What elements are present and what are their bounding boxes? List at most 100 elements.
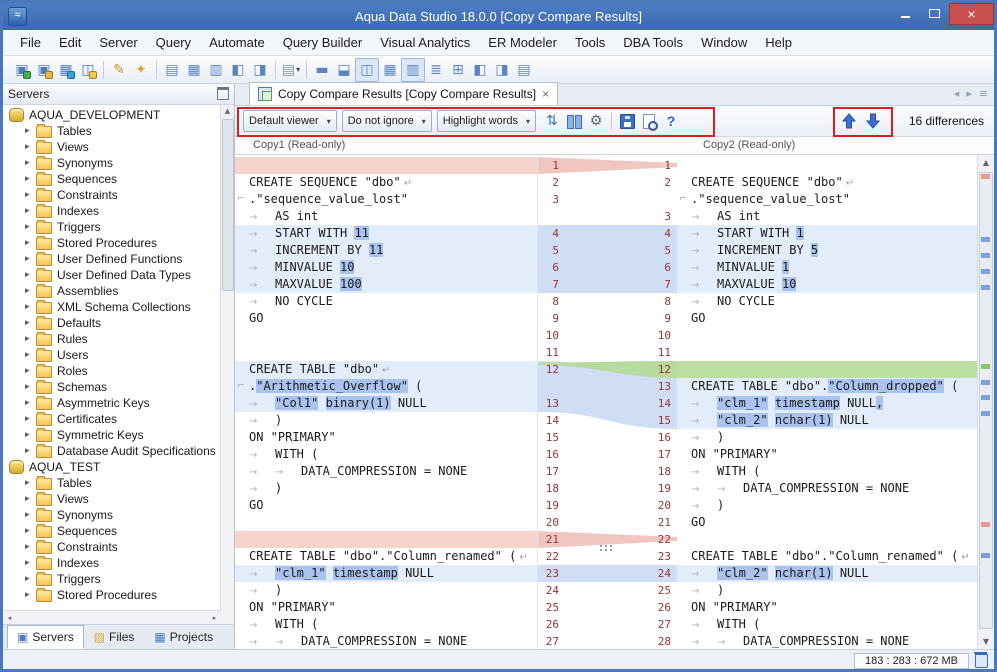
right-code-line[interactable] bbox=[677, 361, 978, 378]
left-code-line[interactable]: → START WITH 11 bbox=[235, 225, 537, 242]
tree-item-sequences[interactable]: ▸ Sequences bbox=[3, 523, 221, 539]
menu-er-modeler[interactable]: ER Modeler bbox=[479, 32, 566, 53]
left-code-line[interactable]: CREATE TABLE "dbo" ↵ bbox=[235, 361, 537, 378]
expand-arrow-icon[interactable]: ▸ bbox=[25, 270, 36, 280]
query-analyzer-icon[interactable]: ▤ bbox=[161, 59, 183, 81]
split-right-icon[interactable]: ◨ bbox=[491, 59, 513, 81]
expand-arrow-icon[interactable]: ▸ bbox=[25, 158, 36, 168]
window-cascade-icon[interactable]: ◨ bbox=[249, 59, 271, 81]
left-code-line[interactable]: → MINVALUE 10 bbox=[235, 259, 537, 276]
tree-item-defaults[interactable]: ▸ Defaults bbox=[3, 315, 221, 331]
right-code-line[interactable]: ⌐ ."sequence_value_lost" bbox=[677, 191, 978, 208]
left-code-line[interactable]: GO bbox=[235, 310, 537, 327]
viewer-select[interactable]: Default viewer ▾ bbox=[243, 110, 337, 132]
menu-query[interactable]: Query bbox=[147, 32, 200, 53]
split-left-icon[interactable]: ◧ bbox=[469, 59, 491, 81]
left-code-line[interactable]: → → DATA_COMPRESSION = NONE bbox=[235, 463, 537, 480]
right-code-line[interactable]: CREATE TABLE "dbo"."Column_renamed" (↵ bbox=[677, 548, 978, 565]
sidebar-tab-projects[interactable]: ▦ Projects bbox=[144, 625, 223, 649]
left-code-line[interactable]: → INCREMENT BY 11 bbox=[235, 242, 537, 259]
tab-copy-compare-results[interactable]: Copy Compare Results [Copy Compare Resul… bbox=[249, 82, 559, 105]
save-results-icon[interactable] bbox=[616, 110, 638, 132]
sync-scrolling-icon[interactable]: ⇅ bbox=[541, 110, 563, 132]
side-by-side-layout-icon[interactable] bbox=[563, 110, 585, 132]
tree-item-assemblies[interactable]: ▸ Assemblies bbox=[3, 283, 221, 299]
left-code-line[interactable] bbox=[235, 327, 537, 344]
tree-horizontal-scrollbar[interactable]: ◂ ▸ bbox=[3, 610, 221, 625]
tree-item-triggers[interactable]: ▸ Triggers bbox=[3, 219, 221, 235]
gutter-grip-icon[interactable] bbox=[600, 545, 602, 547]
expand-arrow-icon[interactable]: ▸ bbox=[25, 206, 36, 216]
expand-arrow-icon[interactable]: ▸ bbox=[25, 334, 36, 344]
expand-arrow-icon[interactable]: ▸ bbox=[25, 142, 36, 152]
right-code-line[interactable]: → MINVALUE 1 bbox=[677, 259, 978, 276]
expand-arrow-icon[interactable]: ▸ bbox=[25, 414, 36, 424]
right-code-line[interactable]: →) bbox=[677, 497, 978, 514]
tree-vertical-scrollbar[interactable]: ▲ bbox=[220, 104, 234, 625]
right-code-line[interactable] bbox=[677, 157, 978, 174]
right-code-line[interactable] bbox=[677, 344, 978, 361]
menu-file[interactable]: File bbox=[11, 32, 50, 53]
expand-arrow-icon[interactable]: ▸ bbox=[25, 302, 36, 312]
layout-rows-icon[interactable]: ⬓ bbox=[333, 59, 355, 81]
server-windows-icon[interactable]: ◫ bbox=[77, 59, 99, 81]
left-code-line[interactable]: ON "PRIMARY" bbox=[235, 429, 537, 446]
left-code-line[interactable]: GO bbox=[235, 497, 537, 514]
tree-item-asymmetric-keys[interactable]: ▸ Asymmetric Keys bbox=[3, 395, 221, 411]
tree-item-aqua-development[interactable]: AQUA_DEVELOPMENT bbox=[3, 107, 221, 123]
results-grid-icon[interactable]: ▦ bbox=[183, 59, 205, 81]
right-code-line[interactable]: → "clm_2" nchar(1) NULL bbox=[677, 412, 978, 429]
right-code-line[interactable]: → WITH ( bbox=[677, 463, 978, 480]
left-code-line[interactable]: ⌐ ."sequence_value_lost" bbox=[235, 191, 537, 208]
left-code-line[interactable]: → "clm_1" timestamp NULL bbox=[235, 565, 537, 582]
left-code-line[interactable]: → MAXVALUE 100 bbox=[235, 276, 537, 293]
right-code-line[interactable]: ON "PRIMARY" bbox=[677, 446, 978, 463]
expand-arrow-icon[interactable]: ▸ bbox=[25, 526, 36, 536]
expand-arrow-icon[interactable]: ▸ bbox=[25, 254, 36, 264]
tree-item-stored-procedures[interactable]: ▸ Stored Procedures bbox=[3, 587, 221, 603]
left-code-line[interactable] bbox=[235, 344, 537, 361]
left-code-line[interactable] bbox=[235, 157, 537, 174]
scroll-up-icon[interactable]: ▲ bbox=[221, 105, 234, 118]
expand-arrow-icon[interactable]: ▸ bbox=[25, 286, 36, 296]
right-code-line[interactable]: GO bbox=[677, 514, 978, 531]
left-code-line[interactable]: →) bbox=[235, 582, 537, 599]
tree-item-user-defined-functions[interactable]: ▸ User Defined Functions bbox=[3, 251, 221, 267]
left-code-line[interactable]: → "Col1" binary(1) NULL bbox=[235, 395, 537, 412]
expand-arrow-icon[interactable]: ▸ bbox=[25, 350, 36, 360]
right-code-line[interactable]: → AS int bbox=[677, 208, 978, 225]
new-file-icon[interactable]: ▤ ▾ bbox=[280, 59, 302, 81]
layout-columns-icon[interactable]: ◫ bbox=[355, 57, 379, 82]
cell-grid-icon[interactable]: ⊞ bbox=[447, 59, 469, 81]
next-difference-button[interactable] bbox=[861, 109, 885, 133]
left-code-line[interactable]: → WITH ( bbox=[235, 446, 537, 463]
server-folder-icon[interactable]: ▣ bbox=[33, 59, 55, 81]
expand-arrow-icon[interactable]: ▸ bbox=[25, 430, 36, 440]
print-preview-icon[interactable] bbox=[638, 110, 660, 132]
tree-item-symmetric-keys[interactable]: ▸ Symmetric Keys bbox=[3, 427, 221, 443]
expand-arrow-icon[interactable]: ▸ bbox=[25, 494, 36, 504]
layout-single-icon[interactable]: ▬ bbox=[311, 59, 333, 81]
expand-arrow-icon[interactable]: ▸ bbox=[25, 222, 36, 232]
tree-scroll-thumb[interactable] bbox=[222, 118, 234, 291]
menu-help[interactable]: Help bbox=[756, 32, 801, 53]
tree-item-views[interactable]: ▸ Views bbox=[3, 491, 221, 507]
expand-arrow-icon[interactable]: ▸ bbox=[25, 366, 36, 376]
menu-automate[interactable]: Automate bbox=[200, 32, 274, 53]
left-code-line[interactable]: → NO CYCLE bbox=[235, 293, 537, 310]
left-editor-pane[interactable]: CREATE SEQUENCE "dbo" ↵ ⌐ ."sequence_value_… bbox=[235, 157, 537, 649]
tree-item-views[interactable]: ▸ Views bbox=[3, 139, 221, 155]
results-text-icon[interactable]: ▥ bbox=[205, 59, 227, 81]
left-code-line[interactable]: CREATE TABLE "dbo"."Column_renamed" (↵ bbox=[235, 548, 537, 565]
right-code-line[interactable]: ON "PRIMARY" bbox=[677, 599, 978, 616]
tree-item-certificates[interactable]: ▸ Certificates bbox=[3, 411, 221, 427]
menu-server[interactable]: Server bbox=[90, 32, 146, 53]
scroll-left-icon[interactable]: ◂ bbox=[3, 614, 16, 622]
tree-item-schemas[interactable]: ▸ Schemas bbox=[3, 379, 221, 395]
menu-tools[interactable]: Tools bbox=[566, 32, 614, 53]
left-code-line[interactable]: ON "PRIMARY" bbox=[235, 599, 537, 616]
left-code-line[interactable]: →) bbox=[235, 412, 537, 429]
automate-icon[interactable]: ✦ bbox=[130, 59, 152, 81]
expand-arrow-icon[interactable]: ▸ bbox=[25, 510, 36, 520]
expand-arrow-icon[interactable]: ▸ bbox=[25, 126, 36, 136]
